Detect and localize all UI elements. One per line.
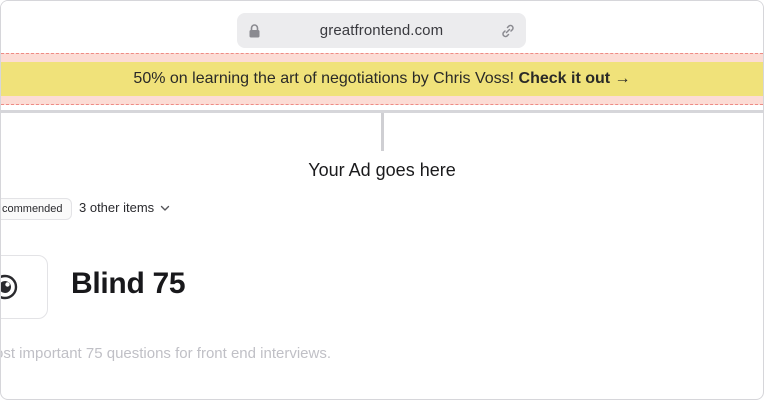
url-text[interactable]: greatfrontend.com (237, 22, 526, 39)
other-items-dropdown[interactable]: 3 other items (79, 200, 170, 215)
recommended-tag[interactable]: commended (1, 198, 72, 220)
ad-banner-zone: 50% on learning the art of negotiations … (1, 53, 763, 105)
chevron-down-icon (160, 205, 170, 211)
dropdown-label: 3 other items (79, 200, 155, 215)
address-bar[interactable]: greatfrontend.com (237, 13, 526, 48)
ad-pointer-line (381, 113, 384, 151)
list-logo (1, 255, 48, 319)
page-title: Blind 75 (71, 267, 186, 300)
banner-cta-link[interactable]: Check it out → (519, 70, 631, 87)
browser-toolbar: greatfrontend.com (1, 1, 763, 55)
ad-caption: Your Ad goes here (308, 160, 456, 180)
banner-message: 50% on learning the art of negotiations … (133, 70, 519, 87)
promo-banner[interactable]: 50% on learning the art of negotiations … (1, 62, 763, 96)
browser-window: greatfrontend.com 50% on learning the ar… (0, 0, 764, 400)
eye-icon (1, 274, 18, 300)
link-icon[interactable] (500, 23, 516, 39)
page-description: ost important 75 questions for front end… (0, 345, 332, 362)
